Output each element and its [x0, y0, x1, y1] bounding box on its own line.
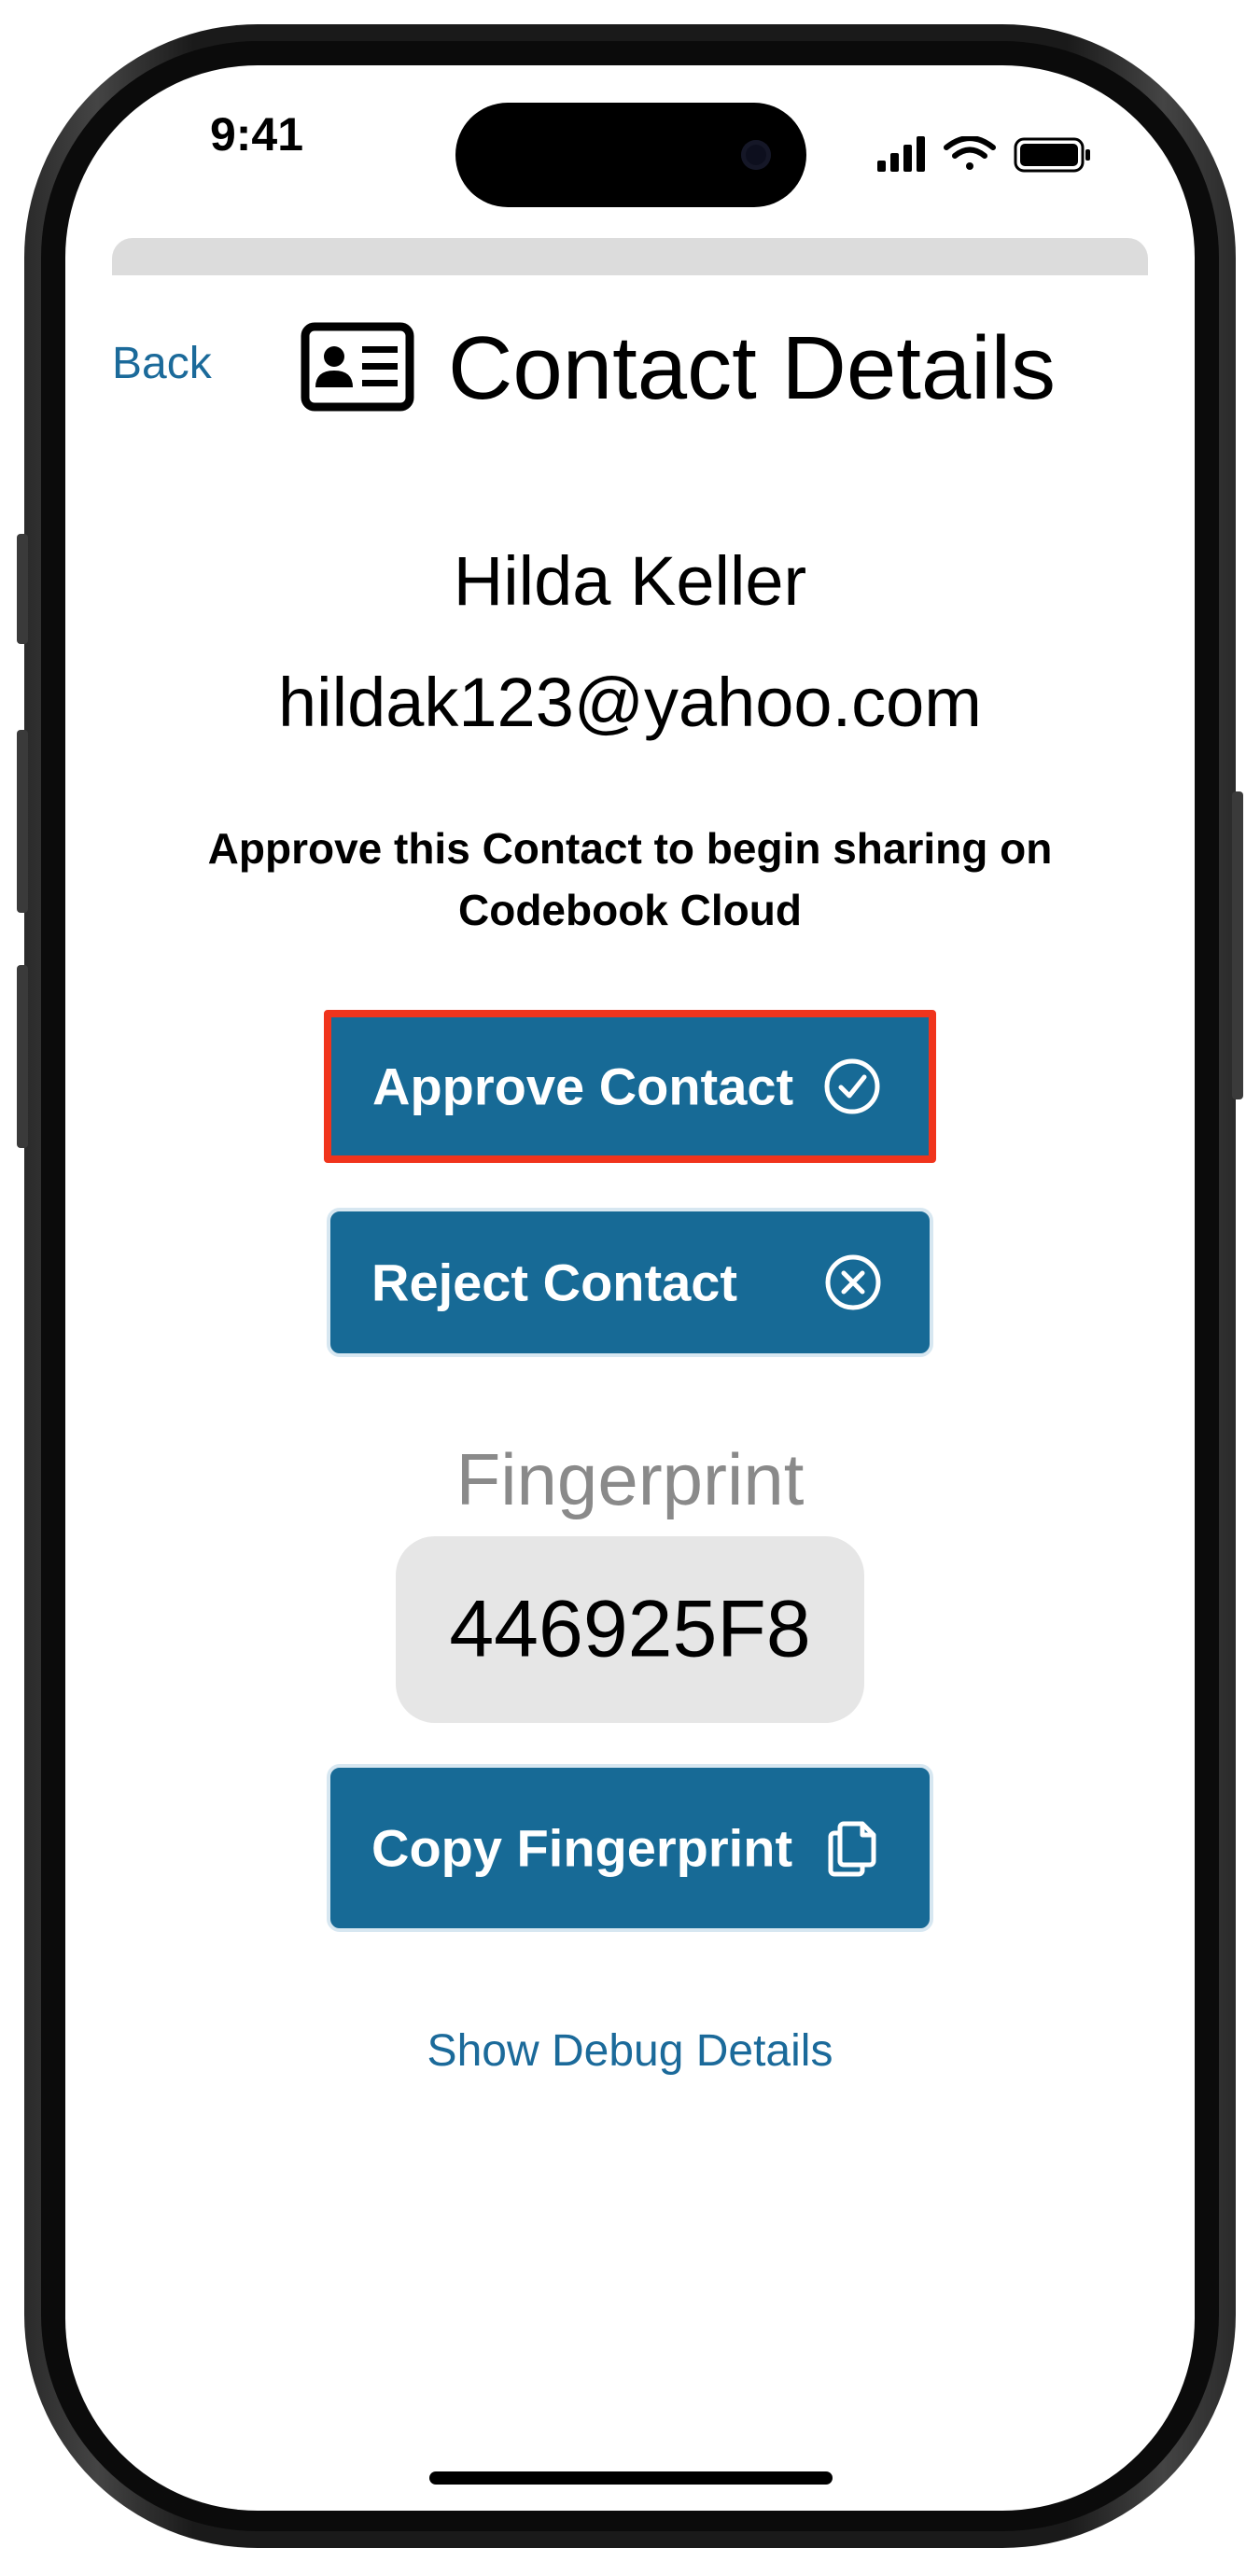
fingerprint-box: 446925F8	[396, 1536, 864, 1723]
battery-icon	[1014, 137, 1090, 173]
power-button	[1232, 791, 1243, 1099]
approval-instruction: Approve this Contact to begin sharing on…	[207, 824, 1053, 934]
contact-card-icon	[301, 322, 414, 412]
home-indicator[interactable]	[429, 2471, 833, 2485]
fingerprint-label: Fingerprint	[455, 1438, 805, 1520]
cellular-signal-icon	[877, 136, 925, 172]
page-title: Contact Details	[448, 318, 1056, 418]
wifi-icon	[944, 136, 996, 170]
dynamic-island	[455, 103, 806, 207]
back-button[interactable]: Back	[112, 338, 212, 389]
fingerprint-value: 446925F8	[449, 1584, 811, 1674]
approve-contact-label: Approve Contact	[372, 1057, 794, 1116]
front-camera	[741, 140, 771, 170]
x-circle-icon	[825, 1254, 881, 1310]
show-debug-details-link[interactable]: Show Debug Details	[0, 2025, 1260, 2077]
sheet-top-edge	[112, 238, 1148, 275]
checkmark-circle-icon	[824, 1058, 880, 1114]
volume-up-button	[17, 730, 28, 913]
approve-contact-button[interactable]: Approve Contact	[324, 1010, 936, 1163]
reject-contact-button[interactable]: Reject Contact	[327, 1208, 933, 1357]
status-icons	[877, 136, 1090, 173]
reject-contact-label: Reject Contact	[371, 1253, 738, 1312]
copy-documents-icon	[828, 1821, 876, 1877]
copy-fingerprint-button[interactable]: Copy Fingerprint	[327, 1764, 933, 1932]
contact-name: Hilda Keller	[453, 542, 807, 620]
copy-fingerprint-label: Copy Fingerprint	[371, 1818, 793, 1878]
volume-down-button	[17, 965, 28, 1148]
status-time: 9:41	[209, 108, 304, 161]
contact-email: hildak123@yahoo.com	[278, 664, 982, 741]
